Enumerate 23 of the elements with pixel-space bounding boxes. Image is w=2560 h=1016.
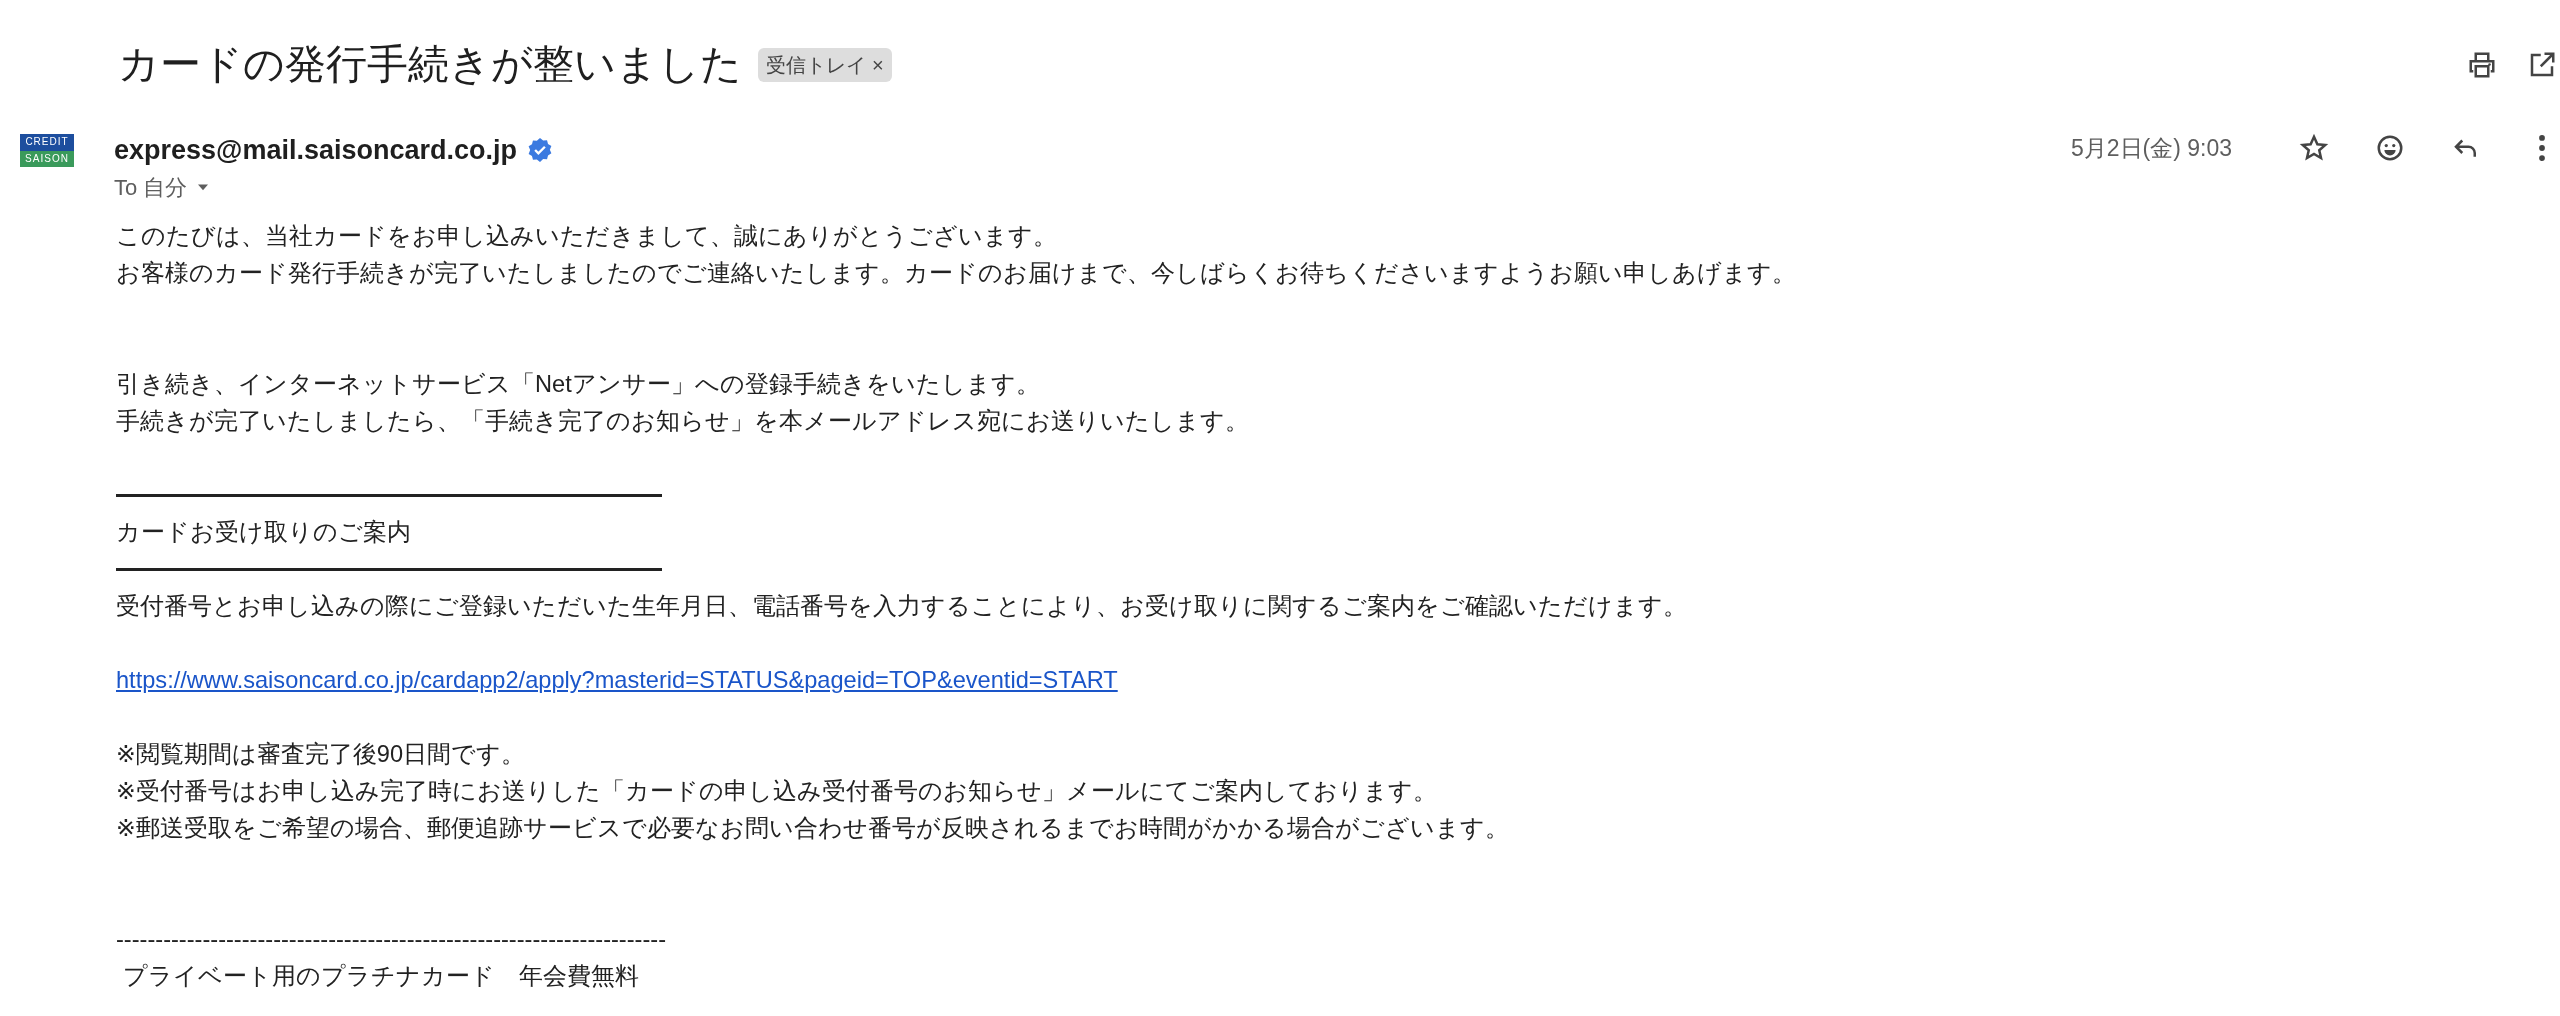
label-chip: 受信トレイ × [758,48,892,82]
body-text: カードお受け取りのご案内 [116,518,411,545]
status-link[interactable]: https://www.saisoncard.co.jp/cardapp2/apply?masterid=STATUS&pageid=TOP&eventid=START [116,666,1118,693]
body-text: このたびは、当社カードをお申し込みいただきまして、誠にありがとうございます。 [116,222,1057,249]
print-icon [2467,50,2497,80]
sender-address: express@mail.saisoncard.co.jp [114,134,517,167]
sender-logo: CREDIT SAISON [20,134,74,167]
recipient-dropdown[interactable]: To 自分 [114,170,214,204]
received-date: 5月2日(金) 9:03 [2070,133,2232,163]
body-text: ---------------------------------------------------------------------- [116,925,666,952]
body-text: ※郵送受取をご希望の場合、郵便追跡サービスで必要なお問い合わせ番号が反映されるまでお時間がかかる場合がございます。 [116,814,1509,841]
body-text: ※閲覧期間は審査完了後90日間です。 [116,740,525,767]
email-subject: カードの発行手続きが整いました [118,40,742,90]
remove-label-button[interactable]: × [866,55,884,75]
star-icon [2299,133,2329,163]
body-text: 引き続き、インターネットサービス「Netアンサー」への登録手続きをいたします。 [116,370,1040,397]
body-text: お客様のカード発行手続きが完了いたしましたのでご連絡いたします。カードのお届けまで、今しばらくお待ちくださいますようお願い申しあげます。 [116,259,1796,286]
body-text: プライベート用のプラチナカード 年会費無料 [121,962,639,989]
emoji-icon [2375,133,2405,163]
body-text: 手続きが完了いたしましたら、「手続き完了のお知らせ」を本メールアドレス宛にお送りいたします。 [116,407,1249,434]
body-text: ※受付番号はお申し込み完了時にお送りした「カードの申し込み受付番号のお知らせ」メールにてご案内しております。 [116,777,1437,804]
body-text: 受付番号とお申し込みの際にご登録いただいた生年月日、電話番号を入力することにより、お受け取りに関するご案内をご確認いただけます。 [116,592,1687,619]
more-icon [2539,135,2545,161]
